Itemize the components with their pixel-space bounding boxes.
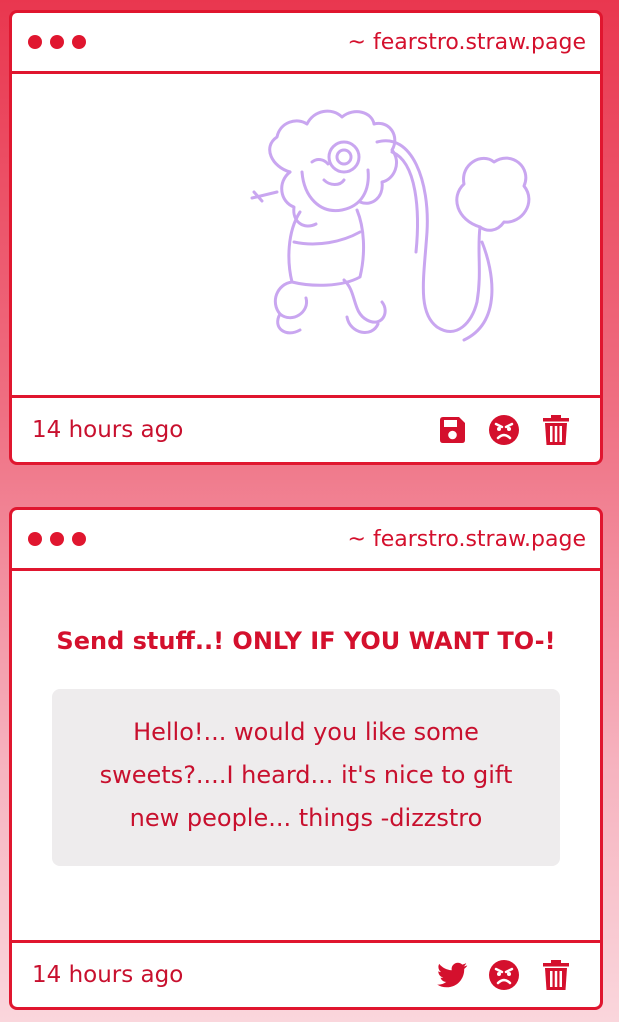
window-titlebar: ~ fearstro.straw.page	[12, 510, 600, 571]
twitter-bird-icon[interactable]	[436, 959, 468, 991]
window-dot	[50, 35, 64, 49]
site-name: ~ fearstro.straw.page	[347, 526, 586, 552]
message-text: Hello!... would you like some sweets?...…	[52, 689, 560, 866]
window-dots	[28, 35, 86, 49]
prompt-title: Send stuff..! ONLY IF YOU WANT TO-!	[56, 627, 556, 655]
timestamp: 14 hours ago	[32, 417, 184, 443]
card-footer: 14 hours ago	[12, 395, 600, 462]
message-card: ~ fearstro.straw.page Send stuff..! ONLY…	[9, 507, 603, 1010]
site-name: ~ fearstro.straw.page	[347, 29, 586, 55]
drawing-card: ~ fearstro.straw.page 14 hours ago	[9, 10, 603, 465]
card-footer: 14 hours ago	[12, 940, 600, 1007]
window-dot	[28, 532, 42, 546]
window-dot	[28, 35, 42, 49]
timestamp: 14 hours ago	[32, 962, 184, 988]
trash-icon[interactable]	[540, 959, 572, 991]
trash-icon[interactable]	[540, 414, 572, 446]
drawing-canvas	[12, 74, 600, 394]
save-icon[interactable]	[436, 414, 468, 446]
angry-face-icon[interactable]	[488, 414, 520, 446]
window-dot	[50, 532, 64, 546]
card-actions	[436, 414, 572, 446]
window-dot	[72, 35, 86, 49]
window-dots	[28, 532, 86, 546]
angry-face-icon[interactable]	[488, 959, 520, 991]
window-titlebar: ~ fearstro.straw.page	[12, 13, 600, 74]
sketch-drawing	[250, 109, 531, 342]
card-actions	[436, 959, 572, 991]
window-dot	[72, 532, 86, 546]
